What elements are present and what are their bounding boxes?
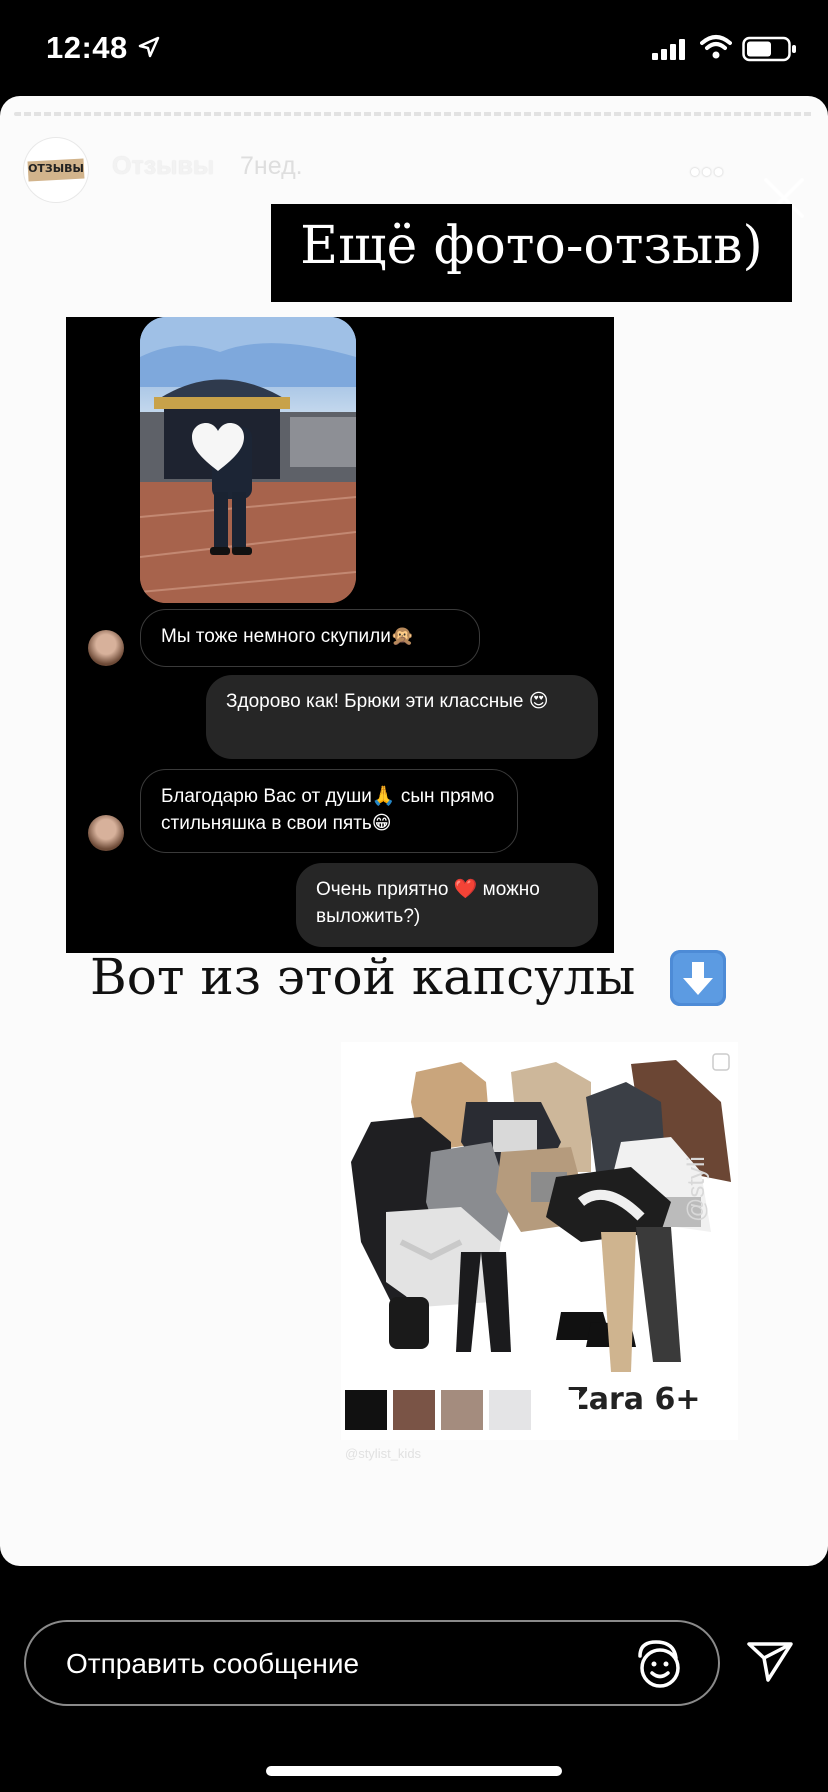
status-time: 12:48 <box>46 30 128 65</box>
wifi-icon <box>700 35 732 59</box>
location-arrow-icon <box>138 36 160 58</box>
chat-photo <box>140 317 356 603</box>
photo-credit: @stylist_kids <box>345 1446 422 1461</box>
story-progress-bar <box>14 112 814 116</box>
clothing-collage: Zara 6+ @styli <box>341 1042 738 1440</box>
status-bar: 12:48 <box>0 0 828 96</box>
color-swatch <box>393 1390 435 1430</box>
message-input[interactable]: Отправить сообщение <box>24 1620 720 1706</box>
avatar-logo-text: ОТЗЫВЫ <box>28 162 84 175</box>
battery-icon <box>742 36 796 62</box>
account-avatar[interactable]: ОТЗЫВЫ <box>24 138 88 202</box>
story-header: ОТЗЫВЫ Отзывы 7нед. ••• <box>0 132 828 218</box>
message-bubble-3: Благодарю Вас от души🙏 сын прямо стильня… <box>140 769 518 853</box>
color-swatch <box>345 1390 387 1430</box>
title-banner: Ещё фото-отзыв) <box>271 204 792 302</box>
home-indicator[interactable] <box>266 1766 562 1776</box>
story-card[interactable]: ОТЗЫВЫ Отзывы 7нед. ••• Ещё фото-отзыв) <box>0 96 828 1566</box>
signal-icon <box>652 39 685 60</box>
account-name[interactable]: Отзывы <box>112 152 214 181</box>
message-bubble-2: Здорово как! Брюки эти классные 😍 <box>206 675 598 759</box>
brand-label: Zara 6+ <box>567 1382 701 1417</box>
heart-icon <box>192 423 244 471</box>
sender-avatar <box>88 630 124 666</box>
emoji-icon[interactable] <box>630 1636 684 1690</box>
message-bubble-4: Очень приятно ❤️ можно выложить?) <box>296 863 598 947</box>
message-placeholder: Отправить сообщение <box>66 1648 360 1679</box>
post-time: 7нед. <box>240 152 303 180</box>
story-title: Ещё фото-отзыв) <box>300 216 763 276</box>
collage-watermark: @styli <box>683 1156 710 1222</box>
chat-screenshot: Мы тоже немного скупили🙊 Здорово как! Бр… <box>66 317 614 953</box>
clothing-illustration <box>351 1053 731 1372</box>
message-bubble-1: Мы тоже немного скупили🙊 <box>140 609 480 667</box>
sender-avatar <box>88 815 124 851</box>
carousel-photo-illustration <box>140 317 356 603</box>
send-icon[interactable] <box>746 1640 794 1684</box>
more-icon[interactable]: ••• <box>690 156 725 188</box>
color-swatch <box>489 1390 531 1430</box>
arrow-down-icon <box>670 950 726 1006</box>
color-swatch <box>537 1390 579 1430</box>
color-swatch <box>441 1390 483 1430</box>
capsule-heading: Вот из этой капсулы <box>90 948 636 1006</box>
